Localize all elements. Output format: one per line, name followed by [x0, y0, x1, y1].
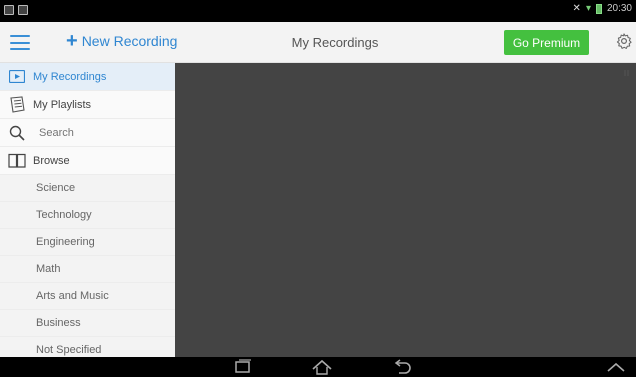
search-input[interactable] — [33, 126, 153, 139]
category-engineering[interactable]: Engineering — [0, 229, 175, 256]
back-icon[interactable] — [391, 359, 415, 375]
category-label: Business — [36, 317, 81, 329]
category-business[interactable]: Business — [0, 310, 175, 337]
recordings-content-area[interactable] — [175, 63, 636, 357]
recent-apps-icon[interactable] — [231, 359, 255, 375]
menu-icon[interactable] — [10, 35, 30, 50]
sidebar-item-my-recordings[interactable]: My Recordings — [0, 63, 175, 91]
sidebar-item-label: Browse — [33, 154, 70, 167]
clock: 20:30 — [606, 3, 632, 14]
notification-icons — [4, 5, 28, 15]
category-label: Engineering — [36, 236, 95, 248]
category-math[interactable]: Math — [0, 256, 175, 283]
category-label: Math — [36, 263, 61, 275]
mute-icon: ✕ — [572, 3, 581, 14]
battery-icon — [595, 3, 602, 14]
category-label: Technology — [36, 209, 92, 221]
page-title: My Recordings — [291, 35, 379, 50]
new-recording-button[interactable]: + New Recording — [66, 30, 178, 52]
plus-icon: + — [66, 30, 78, 52]
category-not-specified[interactable]: Not Specified — [0, 337, 175, 357]
chevron-up-icon[interactable] — [604, 359, 628, 375]
status-bar: ✕ ▾ 20:30 — [0, 0, 636, 22]
resize-handle-icon — [624, 70, 629, 76]
category-label: Not Specified — [36, 344, 102, 356]
category-label: Science — [36, 182, 76, 194]
gallery-icon — [18, 5, 28, 15]
sidebar-item-my-playlists[interactable]: My Playlists — [0, 91, 175, 119]
category-label: Arts and Music — [36, 290, 109, 302]
go-premium-button[interactable]: Go Premium — [504, 30, 589, 55]
new-recording-label: New Recording — [81, 33, 178, 49]
category-arts-and-music[interactable]: Arts and Music — [0, 283, 175, 310]
status-indicators: ✕ ▾ 20:30 — [573, 3, 632, 14]
sidebar-item-label: My Recordings — [33, 70, 107, 83]
app-header: + New Recording My Recordings Go Premium — [0, 22, 636, 63]
book-icon — [8, 152, 26, 170]
category-technology[interactable]: Technology — [0, 202, 175, 229]
sidebar: My Recordings My Playlists Search Browse… — [0, 63, 175, 357]
search-icon — [8, 124, 26, 142]
sidebar-item-label: My Playlists — [33, 98, 92, 111]
home-icon[interactable] — [310, 359, 334, 375]
system-nav-bar — [0, 357, 636, 377]
category-science[interactable]: Science — [0, 175, 175, 202]
sidebar-item-browse[interactable]: Browse — [0, 147, 175, 175]
gear-icon[interactable] — [615, 32, 633, 50]
sidebar-search[interactable] — [0, 119, 175, 147]
recording-icon — [8, 68, 26, 86]
wifi-icon: ▾ — [585, 3, 591, 14]
playlist-icon — [8, 96, 26, 114]
screenshot-icon — [4, 5, 14, 15]
